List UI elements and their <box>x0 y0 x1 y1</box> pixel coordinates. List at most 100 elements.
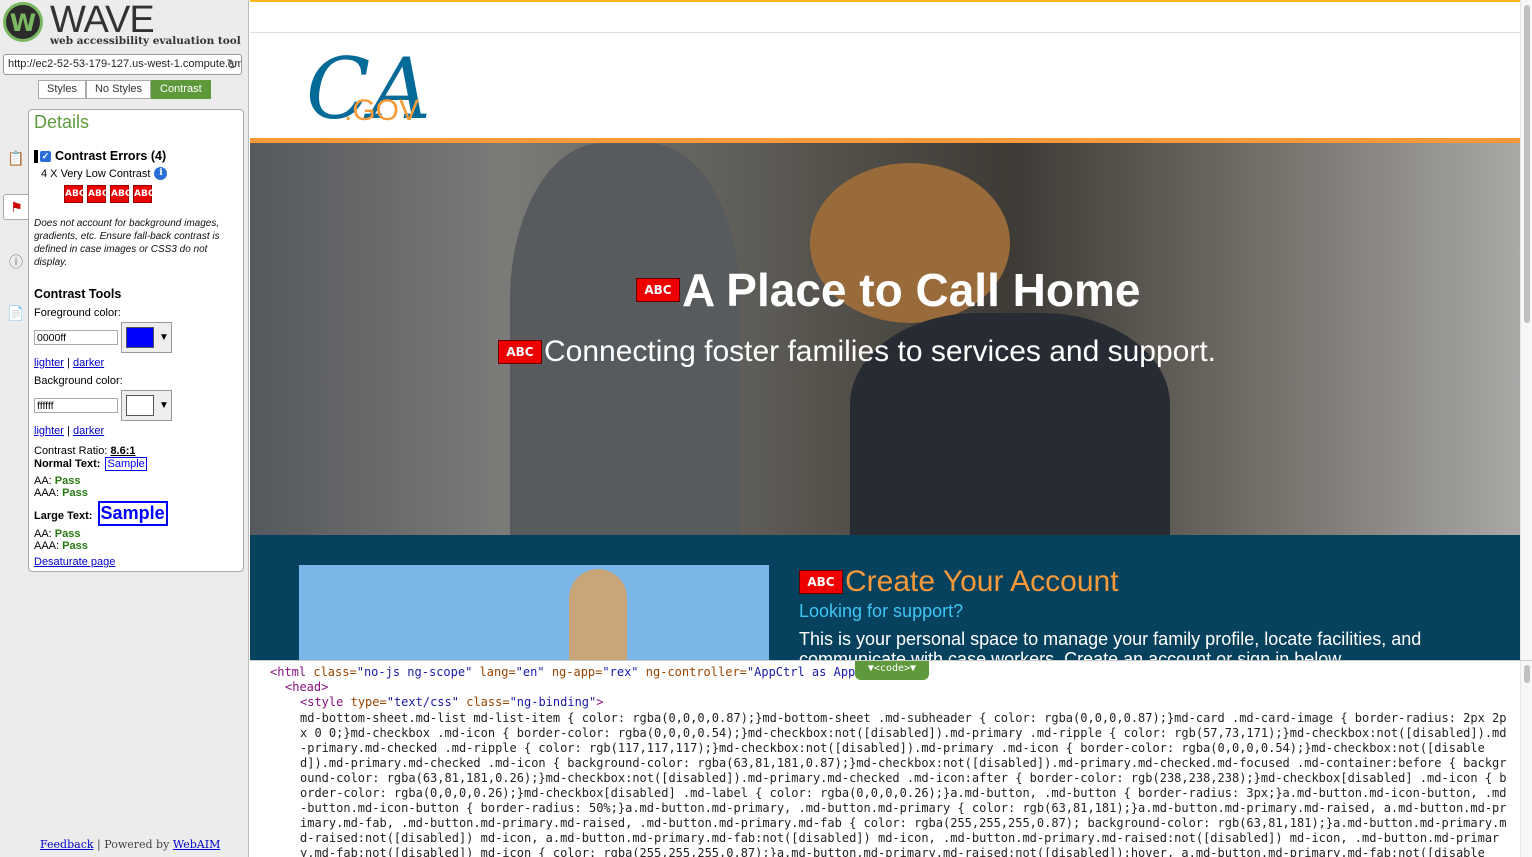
code-line-head[interactable]: <head> <box>285 680 328 695</box>
chevron-down-icon: ▼ <box>159 400 169 411</box>
contrast-error-icon[interactable]: ABC <box>636 278 680 302</box>
contrast-error-icons: ABC ABC ABC ABC <box>64 185 238 203</box>
code-line-style[interactable]: <style type="text/css" class="ng-binding… <box>300 695 604 710</box>
aa-label: AA: <box>34 528 52 540</box>
background-picker[interactable]: ▼ <box>121 390 172 421</box>
page-preview: CA .GOV ABC A Place to Call Home ABC Con… <box>250 0 1520 660</box>
account-title-text: Create Your Account <box>845 565 1119 598</box>
contrast-errors-checkbox[interactable]: ✓ <box>40 150 51 162</box>
tab-styles[interactable]: Styles <box>38 80 86 99</box>
very-low-contrast-label: 4 X Very Low Contrast <box>41 167 151 180</box>
foreground-input[interactable] <box>34 330 118 345</box>
info-icon[interactable]: ⓘ <box>7 253 25 271</box>
contrast-error-icon[interactable]: ABC <box>87 185 108 203</box>
aaa-pass: Pass <box>62 487 88 499</box>
code-attr: ng-app= <box>551 665 603 679</box>
foreground-row: ▼ <box>34 322 238 353</box>
contrast-errors-heading: ✓ Contrast Errors (4) <box>34 149 238 163</box>
tab-no-styles[interactable]: No Styles <box>85 80 152 99</box>
hero-subtitle-text: Connecting foster families to services a… <box>544 335 1216 368</box>
code-tag: <html <box>270 665 307 679</box>
documentation-icon[interactable]: 📄 <box>7 304 25 322</box>
desaturate-link[interactable]: Desaturate page <box>34 556 115 568</box>
background-darker-link[interactable]: darker <box>73 425 104 437</box>
aa-pass: Pass <box>54 528 81 540</box>
logo-gov-text: .GOV <box>344 94 419 127</box>
large-aa-row: AA: Pass <box>34 528 238 540</box>
code-panel: ▼<code>▼ <html class="no-js ng-scope" la… <box>250 660 1532 857</box>
url-input[interactable]: http://ec2-52-53-179-127.us-west-1.compu… <box>3 54 242 75</box>
wave-logo-letter: W <box>9 9 37 37</box>
code-attr-value: "rex" <box>602 665 639 679</box>
tab-contrast[interactable]: Contrast <box>151 80 211 99</box>
webaim-link[interactable]: WebAIM <box>173 838 221 851</box>
contrast-error-icon[interactable]: ABC <box>133 185 154 203</box>
hero-banner: ABC A Place to Call Home ABC Connecting … <box>250 143 1520 535</box>
large-text-sample: Sample <box>97 501 168 526</box>
powered-by-label: Powered by <box>104 838 170 851</box>
background-label: Background color: <box>34 375 123 387</box>
aa-label: AA: <box>34 475 52 487</box>
foreground-lighter-link[interactable]: lighter <box>34 357 64 369</box>
background-input[interactable] <box>34 398 118 413</box>
details-title: Details <box>34 112 90 132</box>
contrast-note: Does not account for background images, … <box>34 218 220 268</box>
contrast-error-icon[interactable]: ABC <box>64 185 85 203</box>
foreground-darker-link[interactable]: darker <box>73 357 104 369</box>
code-scrollbar-thumb[interactable] <box>1524 665 1530 683</box>
hero-subtitle: ABC Connecting foster families to servic… <box>498 335 1216 369</box>
foreground-picker[interactable]: ▼ <box>121 322 172 353</box>
code-attr: class= <box>466 695 510 709</box>
code-attr: class= <box>313 665 357 679</box>
feedback-link[interactable]: Feedback <box>40 838 94 851</box>
account-image-figure <box>569 569 627 660</box>
code-attr-value: "en" <box>515 665 545 679</box>
page-scrollbar-thumb[interactable] <box>1524 5 1530 323</box>
code-attr: type= <box>350 695 387 709</box>
ca-gov-logo[interactable]: CA .GOV <box>306 30 446 130</box>
page-scrollbar[interactable] <box>1520 0 1532 660</box>
code-css-content: md-bottom-sheet.md-list md-list-item { c… <box>300 711 1507 857</box>
details-panel: Details ✓ Contrast Errors (4) 4 X Very L… <box>28 109 244 572</box>
contrast-ratio-value: 8.6:1 <box>110 445 136 457</box>
code-tag: > <box>596 695 604 709</box>
contrast-error-icon[interactable]: ABC <box>498 340 542 364</box>
normal-aaa-row: AAA: Pass <box>34 487 238 499</box>
chevron-down-icon: ▼ <box>159 332 169 343</box>
aaa-label: AAA: <box>34 540 60 552</box>
normal-text-sample: Sample <box>105 457 147 471</box>
normal-text-label: Normal Text: <box>34 458 101 470</box>
wave-title: WAVE <box>50 0 155 41</box>
wave-sidebar: W WAVE web accessibility evaluation tool… <box>0 0 249 857</box>
details-flag-icon[interactable]: ⚑ <box>3 194 29 220</box>
large-text-row: Large Text: Sample <box>34 501 238 526</box>
hero-title-text: A Place to Call Home <box>682 264 1141 316</box>
code-attr-value: "no-js ng-scope" <box>356 665 473 679</box>
code-toggle-tab[interactable]: ▼<code>▼ <box>855 661 929 680</box>
code-tag: <head> <box>285 680 329 694</box>
summary-icon[interactable]: 📋 <box>7 149 25 167</box>
create-account-section: ABC Create Your Account Looking for supp… <box>250 535 1520 660</box>
large-text-label: Large Text: <box>34 510 93 522</box>
wave-logo[interactable]: W <box>3 2 43 42</box>
background-swatch <box>126 395 154 416</box>
wave-footer: Feedback | Powered by WebAIM <box>40 838 220 851</box>
contrast-error-icon[interactable]: ABC <box>110 185 131 203</box>
account-subtitle: Looking for support? <box>799 601 964 621</box>
background-lighter-link[interactable]: lighter <box>34 425 64 437</box>
foreground-adjust: lighter | darker <box>34 357 238 369</box>
code-scrollbar[interactable] <box>1520 661 1532 857</box>
aaa-pass: Pass <box>62 540 88 552</box>
error-marker <box>34 149 38 163</box>
contrast-error-icon[interactable]: ABC <box>799 570 843 594</box>
account-image <box>299 565 769 660</box>
foreground-swatch <box>126 327 154 348</box>
contrast-ratio-row: Contrast Ratio: 8.6:1 <box>34 445 238 457</box>
info-icon[interactable]: i <box>154 167 168 180</box>
code-attr-value: "ng-binding" <box>509 695 597 709</box>
refresh-icon[interactable]: ↻ <box>226 55 238 74</box>
code-line-html[interactable]: <html class="no-js ng-scope" lang="en" n… <box>270 665 899 680</box>
code-attr: ng-controller= <box>645 665 747 679</box>
contrast-errors-label: Contrast Errors (4) <box>55 149 167 163</box>
wave-subtitle: web accessibility evaluation tool <box>50 35 241 47</box>
